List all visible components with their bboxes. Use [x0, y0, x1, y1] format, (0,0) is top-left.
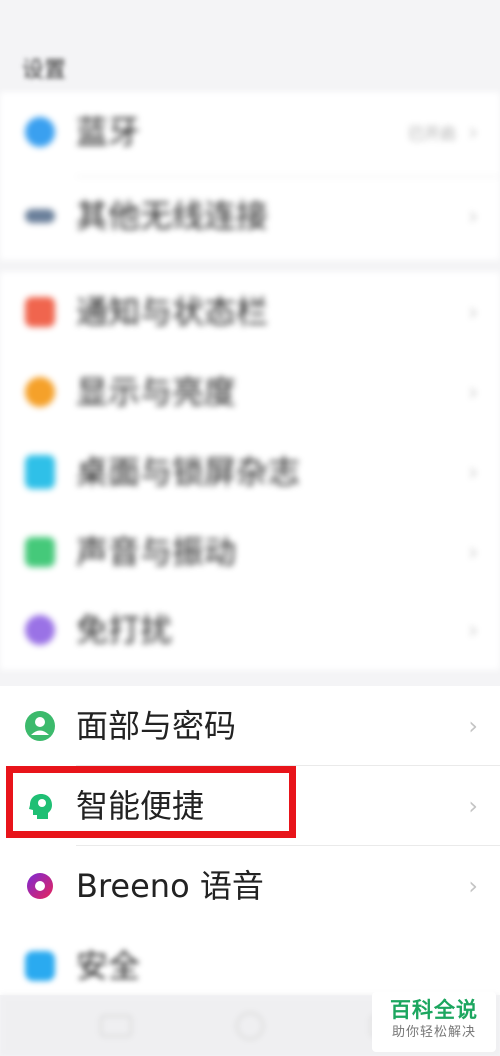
breeno-glyph: [27, 873, 53, 899]
chevron-right-icon: ›: [468, 538, 478, 566]
settings-item-value: 已开启: [407, 124, 456, 143]
settings-item-breeno-voice[interactable]: Breeno 语音 ›: [0, 846, 500, 926]
settings-item-notifications[interactable]: 通知与状态栏 ›: [0, 272, 500, 352]
settings-item-label: 通知与状态栏: [76, 293, 269, 331]
sound-icon: [25, 537, 55, 567]
settings-item-label: 其他无线连接: [76, 197, 269, 235]
settings-item-desktop[interactable]: 桌面与锁屏杂志 ›: [0, 432, 500, 512]
chevron-right-icon: ›: [468, 458, 478, 486]
settings-item-label: 显示与亮度: [76, 373, 237, 411]
chevron-right-icon: ›: [468, 872, 478, 900]
settings-item-label: 面部与密码: [76, 707, 237, 745]
watermark-logo: 百科全说 助你轻松解决: [372, 992, 496, 1052]
security-icon: [25, 951, 55, 981]
settings-item-sound[interactable]: 声音与振动 ›: [0, 512, 500, 592]
settings-item-other-wireless[interactable]: 其他无线连接 ›: [0, 176, 500, 256]
wireless-icon: [25, 209, 55, 223]
settings-item-label: 蓝牙: [76, 113, 141, 151]
chevron-right-icon: ›: [468, 616, 478, 644]
chevron-right-icon: ›: [468, 202, 478, 230]
notification-icon: [25, 297, 55, 327]
watermark-title: 百科全说: [390, 998, 478, 1022]
home-nav-button[interactable]: [236, 1012, 264, 1040]
menu-nav-button[interactable]: [100, 1015, 132, 1037]
settings-item-label: 声音与振动: [76, 533, 237, 571]
settings-item-label: 安全: [76, 947, 141, 985]
page-title: 设置: [22, 58, 67, 83]
bluetooth-icon: [25, 117, 55, 147]
face-glyph: [31, 717, 49, 735]
chevron-right-icon: ›: [468, 298, 478, 326]
settings-item-display[interactable]: 显示与亮度 ›: [0, 352, 500, 432]
settings-group-connectivity: 蓝牙 已开启 › 其他无线连接 ›: [0, 92, 500, 260]
desktop-icon: [25, 455, 55, 489]
settings-item-dnd[interactable]: 免打扰 ›: [0, 590, 500, 670]
face-icon: [25, 711, 55, 741]
chevron-right-icon: ›: [468, 712, 478, 740]
moon-icon: [25, 615, 55, 645]
settings-item-label: Breeno 语音: [76, 867, 264, 905]
settings-item-bluetooth[interactable]: 蓝牙 已开启 ›: [0, 92, 500, 172]
status-bar: [0, 0, 500, 40]
settings-item-face-password[interactable]: 面部与密码 ›: [0, 686, 500, 766]
brightness-icon: [25, 377, 55, 407]
settings-group-personalization: 通知与状态栏 › 显示与亮度 › 桌面与锁屏杂志 › 声音与振动 › 免打扰 ›: [0, 272, 500, 670]
watermark-subtitle: 助你轻松解决: [391, 1025, 476, 1040]
chevron-right-icon: ›: [468, 378, 478, 406]
chevron-right-icon: ›: [468, 118, 478, 146]
chevron-right-icon: ›: [468, 792, 478, 820]
highlight-box: [6, 766, 296, 838]
breeno-icon: [25, 871, 55, 901]
settings-item-label: 免打扰: [76, 611, 173, 649]
settings-group-security: 面部与密码 › 智能便捷 › Breeno 语音 › 安全: [0, 686, 500, 995]
settings-item-label: 桌面与锁屏杂志: [76, 453, 301, 491]
